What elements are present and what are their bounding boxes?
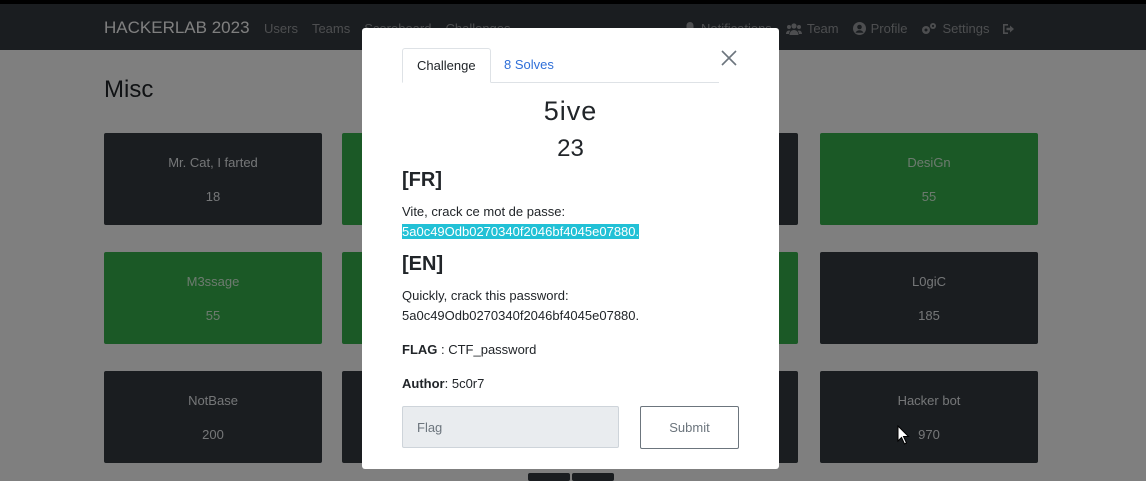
mouse-cursor-icon xyxy=(897,425,910,445)
author-value: : 5c0r7 xyxy=(444,376,485,391)
challenge-description: [FR] Vite, crack ce mot de passe: 5a0c49… xyxy=(402,169,742,394)
en-text: Quickly, crack this password: xyxy=(402,288,569,303)
tab-challenge[interactable]: Challenge xyxy=(402,48,491,83)
fr-text: Vite, crack ce mot de passe: xyxy=(402,204,566,219)
modal-tabs: Challenge 8 Solves xyxy=(402,48,719,83)
en-heading: [EN] xyxy=(402,253,444,275)
flag-label: FLAG xyxy=(402,342,438,357)
challenge-name: 5ive xyxy=(543,96,598,126)
en-hash: 5a0c49Odb0270340f2046bf4045e07880. xyxy=(402,308,640,323)
flag-input[interactable] xyxy=(402,406,619,448)
author-line: Author: 5c0r7 xyxy=(402,374,742,394)
challenge-modal: Challenge 8 Solves 5ive 23 [FR] Vite, cr… xyxy=(362,28,779,469)
close-icon[interactable] xyxy=(719,48,739,68)
submit-button[interactable]: Submit xyxy=(640,406,739,449)
challenge-value: 23 xyxy=(557,135,584,162)
fr-hash: 5a0c49Odb0270340f2046bf4045e07880. xyxy=(402,224,640,239)
flag-line: FLAG : CTF_password xyxy=(402,340,742,360)
author-label: Author xyxy=(402,376,445,391)
fr-heading: [FR] xyxy=(402,169,442,191)
flag-value: : CTF_password xyxy=(437,342,537,357)
tab-solves[interactable]: 8 Solves xyxy=(490,48,568,82)
